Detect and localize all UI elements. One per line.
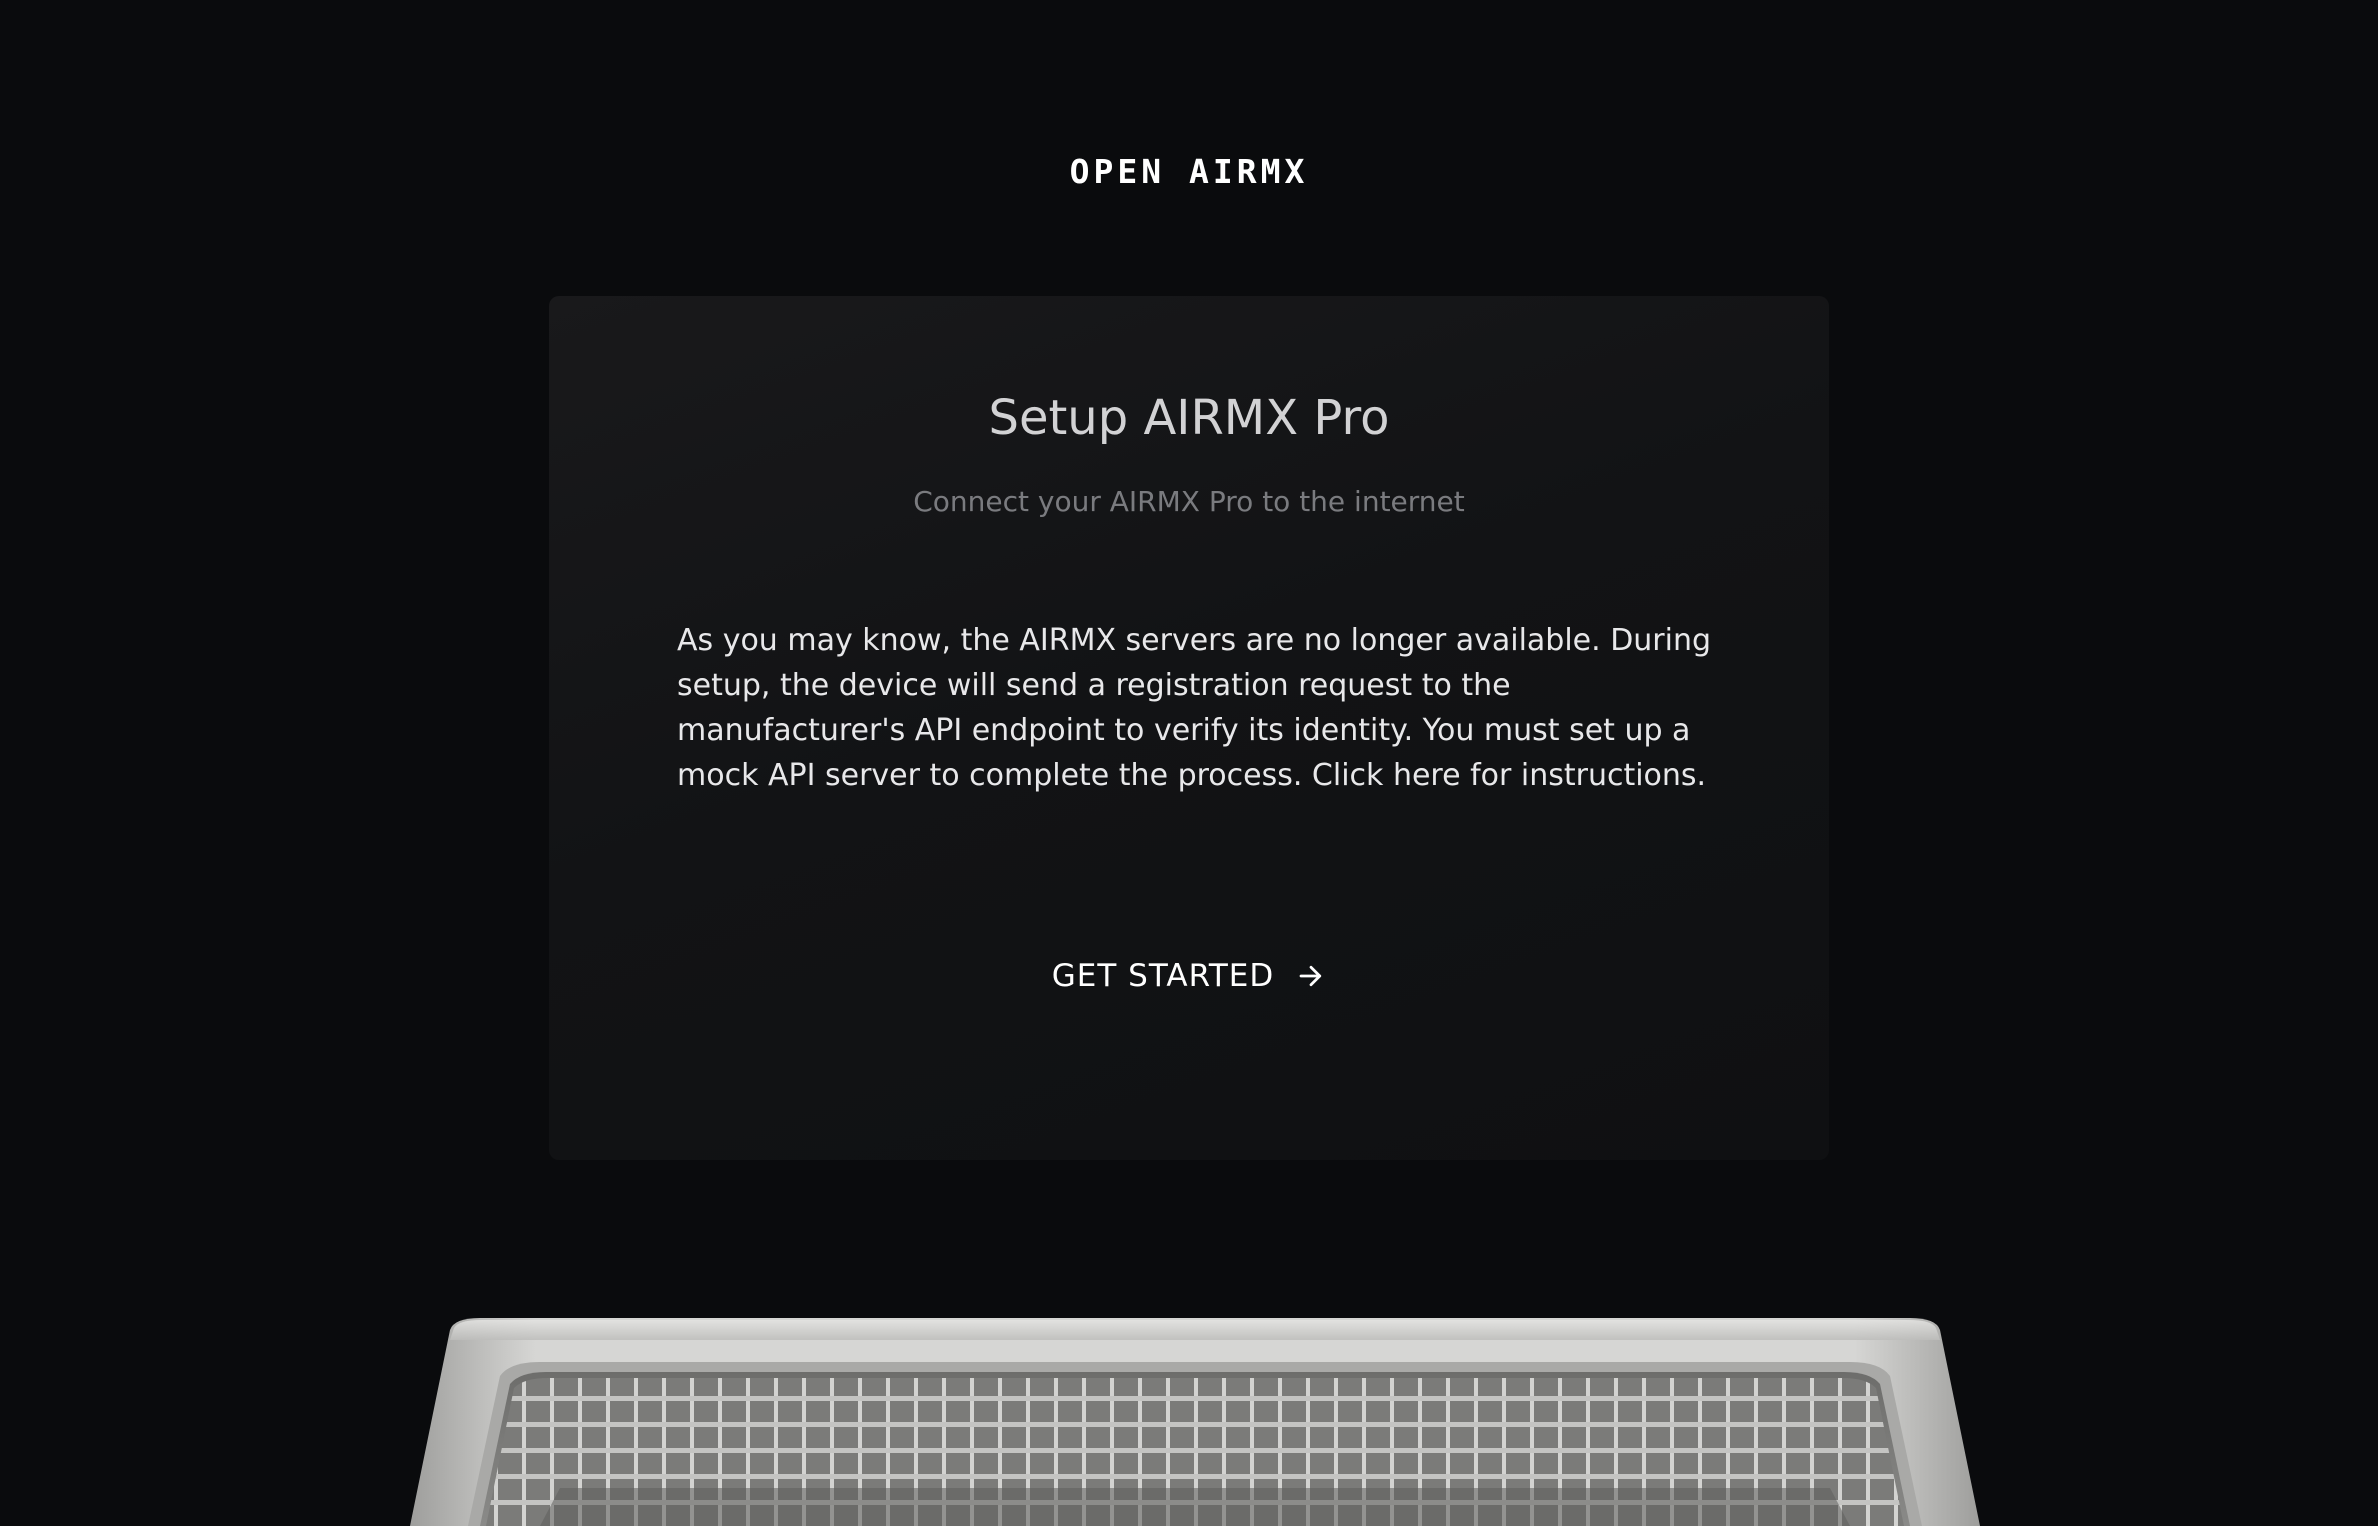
page: OPEN AIRMX Setup AIRMX Pro Connect your … [0,0,2378,1526]
arrow-right-icon [1299,965,1322,987]
setup-description: As you may know, the AIRMX servers are n… [677,623,1712,793]
get-started-label: GET STARTED [1051,958,1275,994]
setup-card: Setup AIRMX Pro Connect your AIRMX Pro t… [549,296,1829,1160]
get-started-button[interactable]: GET STARTED [549,956,1829,996]
page-subtitle: Connect your AIRMX Pro to the internet [913,485,1465,518]
air-purifier-image [410,1318,1980,1526]
brand-logo[interactable]: OPEN AIRMX [0,148,2378,196]
page-title: Setup AIRMX Pro [988,390,1390,446]
